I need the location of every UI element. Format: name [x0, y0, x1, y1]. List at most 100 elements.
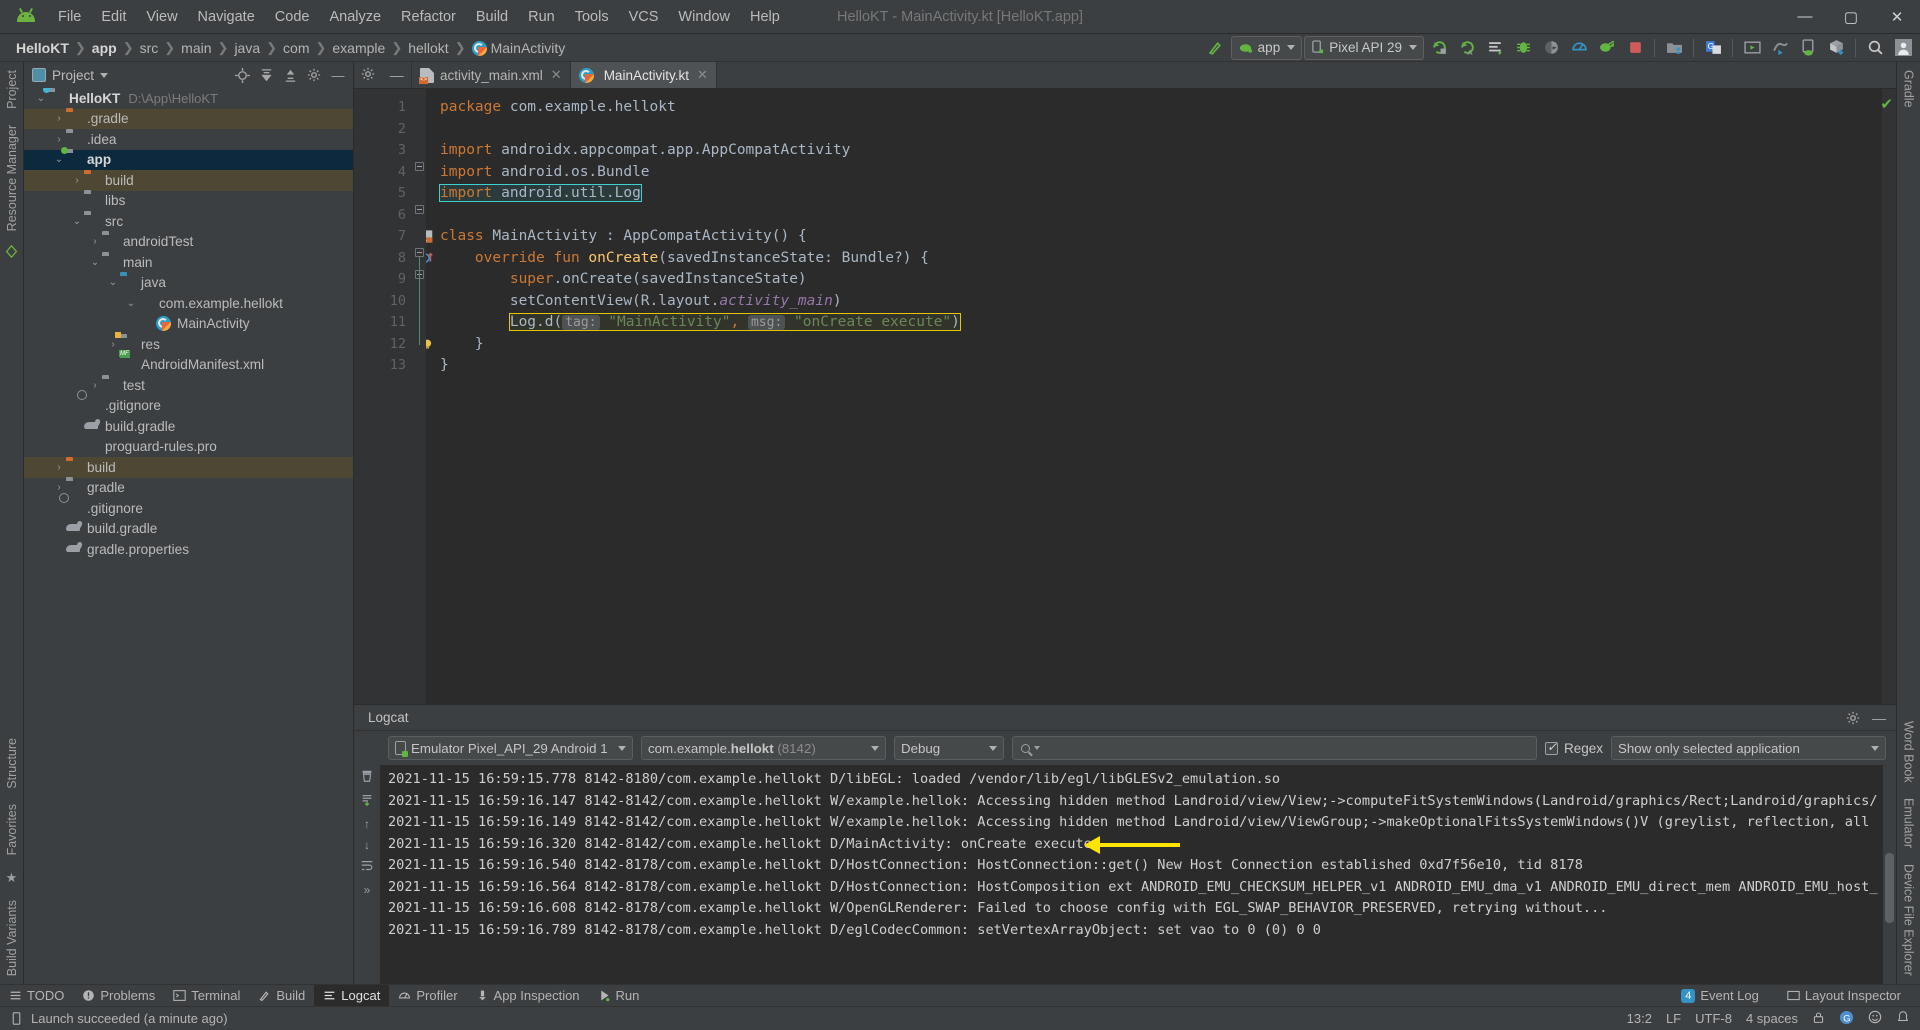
tree-expand-arrow[interactable]: ›: [52, 482, 66, 493]
log-level-selector[interactable]: Debug: [894, 736, 1004, 760]
tool-window-favorites[interactable]: Favorites: [2, 796, 22, 863]
menu-item-window[interactable]: Window: [668, 6, 740, 28]
breadcrumb-main[interactable]: main: [177, 40, 215, 56]
close-icon[interactable]: ✕: [697, 67, 708, 83]
close-icon[interactable]: ✕: [551, 67, 562, 83]
code-line[interactable]: import androidx.appcompat.app.AppCompatA…: [440, 140, 1882, 162]
sdk-manager-icon[interactable]: G: [1700, 36, 1726, 60]
code-line[interactable]: class MainActivity : AppCompatActivity()…: [440, 226, 1882, 248]
logcat-search-input[interactable]: [1012, 736, 1537, 760]
apply-changes-icon[interactable]: [1426, 36, 1452, 60]
sync-gradle-icon[interactable]: [1594, 36, 1620, 60]
bottom-item-terminal[interactable]: Terminal: [164, 985, 249, 1006]
up-arrow-icon[interactable]: ↑: [364, 817, 370, 831]
tree-row[interactable]: ›.gitignore: [24, 396, 353, 417]
tab-mainactivity-kt[interactable]: MainActivity.kt ✕: [570, 62, 717, 88]
hammer-build-icon[interactable]: [1203, 36, 1229, 60]
line-separator[interactable]: LF: [1666, 1011, 1681, 1026]
bottom-item-todo[interactable]: TODO: [0, 985, 73, 1006]
run-configuration-combo[interactable]: app: [1230, 35, 1303, 60]
menu-item-build[interactable]: Build: [466, 6, 518, 28]
menu-item-run[interactable]: Run: [518, 6, 565, 28]
tree-row[interactable]: ›build.gradle: [24, 519, 353, 540]
stop-icon[interactable]: [1622, 36, 1648, 60]
breadcrumb-com[interactable]: com: [279, 40, 313, 56]
apply-code-changes-icon[interactable]: A: [1454, 36, 1480, 60]
scrollbar-thumb[interactable]: [1885, 852, 1894, 923]
fold-marker-imports[interactable]: [415, 162, 424, 171]
tree-row[interactable]: ⌄ app: [24, 147, 353, 170]
tree-expand-arrow[interactable]: ⌄: [124, 298, 138, 309]
tree-expand-arrow[interactable]: ›: [88, 236, 102, 247]
code-line[interactable]: super.onCreate(savedInstanceState): [440, 269, 1882, 291]
breadcrumb-hellokt[interactable]: HelloKT: [12, 40, 73, 56]
indent-setting[interactable]: 4 spaces: [1746, 1011, 1798, 1026]
soft-wrap-icon[interactable]: [360, 859, 374, 876]
tree-expand-arrow[interactable]: ›: [106, 339, 120, 350]
tree-row[interactable]: ›MFAndroidManifest.xml: [24, 350, 353, 376]
bottom-item-profiler[interactable]: Profiler: [389, 985, 466, 1006]
lock-icon[interactable]: [1812, 1011, 1825, 1027]
tree-row[interactable]: ⌄ main: [24, 252, 353, 273]
tool-window-structure[interactable]: Structure: [2, 730, 22, 797]
menu-item-edit[interactable]: Edit: [91, 6, 136, 28]
tree-expand-arrow[interactable]: ›: [52, 134, 66, 145]
code-editor[interactable]: 1234567<>8910111213 package com.example.…: [354, 89, 1896, 704]
run-icon[interactable]: [1482, 36, 1508, 60]
tree-row[interactable]: › build: [24, 170, 353, 191]
tree-row[interactable]: ⌄ src: [24, 211, 353, 232]
bottom-item-problems[interactable]: Problems: [73, 985, 164, 1006]
avd-manager-icon[interactable]: [1661, 36, 1687, 60]
locate-icon[interactable]: [231, 64, 253, 86]
debug-icon[interactable]: [1510, 36, 1536, 60]
tool-window-resource-manager[interactable]: Resource Manager: [2, 117, 22, 239]
tool-window-project[interactable]: Project: [2, 62, 22, 117]
bottom-item-run[interactable]: Run: [589, 985, 649, 1006]
notification-icon[interactable]: [1896, 1010, 1910, 1027]
bottom-item-app-inspection[interactable]: App Inspection: [467, 985, 589, 1006]
code-line[interactable]: [440, 205, 1882, 227]
tool-window-device-file-explorer[interactable]: Device File Explorer: [1899, 856, 1919, 984]
profiler-icon[interactable]: [1566, 36, 1592, 60]
code-line[interactable]: setContentView(R.layout.activity_main): [440, 291, 1882, 313]
code-line[interactable]: }: [440, 355, 1882, 377]
tree-expand-arrow[interactable]: ⌄: [88, 257, 102, 268]
collapse-all-icon[interactable]: [279, 64, 301, 86]
tool-window-word-book[interactable]: Word Book: [1899, 713, 1919, 791]
menu-item-analyze[interactable]: Analyze: [319, 6, 391, 28]
tree-expand-arrow[interactable]: ›: [52, 462, 66, 473]
tree-row[interactable]: › res: [24, 331, 353, 355]
breadcrumb-example[interactable]: example: [328, 40, 389, 56]
menu-item-tools[interactable]: Tools: [565, 6, 619, 28]
layout-inspector-icon[interactable]: [1739, 36, 1765, 60]
tool-window-build-variants[interactable]: Build Variants: [2, 892, 22, 984]
more-options-icon[interactable]: »: [364, 883, 371, 897]
tool-window-gradle[interactable]: Gradle: [1899, 62, 1919, 116]
breadcrumb-java[interactable]: java: [230, 40, 264, 56]
logcat-scrollbar[interactable]: [1883, 765, 1896, 984]
hide-editor-icon[interactable]: —: [390, 67, 404, 83]
maximize-button[interactable]: ▢: [1828, 0, 1874, 34]
tree-row[interactable]: ⌄ com.example.hellokt: [24, 293, 353, 314]
gear-icon[interactable]: [303, 64, 325, 86]
search-everywhere-icon[interactable]: [1862, 36, 1888, 60]
code-line[interactable]: import android.util.Log: [439, 183, 1882, 205]
tree-row[interactable]: › .gradle: [24, 108, 353, 129]
tree-row[interactable]: ⌄ java: [24, 273, 353, 294]
menu-item-refactor[interactable]: Refactor: [391, 6, 466, 28]
code-line[interactable]: package com.example.hellokt: [440, 97, 1882, 119]
clear-logcat-icon[interactable]: [360, 769, 374, 786]
menu-item-help[interactable]: Help: [740, 6, 790, 28]
resource-manager-icon[interactable]: [1767, 36, 1793, 60]
tree-expand-arrow[interactable]: ⌄: [52, 154, 66, 165]
tree-row[interactable]: › gradle: [24, 478, 353, 499]
regex-checkbox[interactable]: Regex: [1544, 740, 1603, 756]
code-folding-gutter[interactable]: [412, 89, 426, 704]
profile-icon[interactable]: [1538, 36, 1564, 60]
expand-all-icon[interactable]: [255, 64, 277, 86]
logcat-output[interactable]: 2021-11-15 16:59:15.778 8142-8180/com.ex…: [380, 765, 1883, 984]
bottom-item-build[interactable]: Build: [249, 985, 314, 1006]
hide-panel-icon[interactable]: —: [1868, 707, 1890, 729]
tree-expand-arrow[interactable]: ⌄: [34, 93, 48, 104]
chevron-down-icon[interactable]: [100, 72, 109, 78]
